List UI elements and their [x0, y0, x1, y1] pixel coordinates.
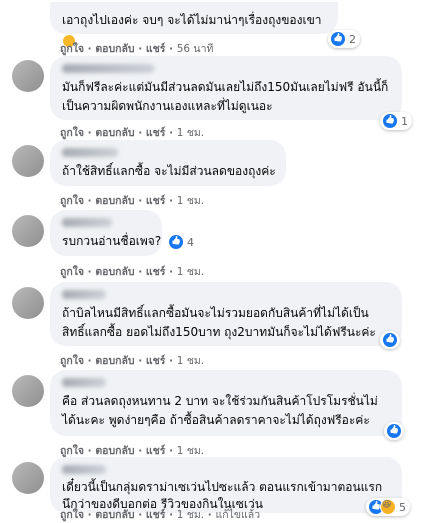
- comment-bubble: ถ้าบิลไหนมีสิทธิ์แลกซื้อมันจะไม่รวมยอดกั…: [50, 282, 402, 346]
- avatar[interactable]: [12, 215, 44, 247]
- comment-text: ได้นะคะ พูดง่ายๆคือ ถ้าซื้อสินค้าลดราคาจ…: [62, 413, 370, 427]
- timestamp[interactable]: 1 ชม.: [177, 355, 204, 367]
- avatar[interactable]: [12, 462, 44, 494]
- like-icon: [330, 31, 346, 47]
- author-name[interactable]: [62, 148, 118, 157]
- reply-link[interactable]: ตอบกลับ: [95, 43, 134, 55]
- timestamp[interactable]: 1 ชม.: [177, 509, 204, 521]
- reaction-count: 5: [399, 500, 406, 514]
- reaction-summary[interactable]: [380, 331, 400, 349]
- like-link[interactable]: ถูกใจ: [60, 43, 84, 55]
- reaction-summary[interactable]: 1: [380, 112, 412, 130]
- avatar[interactable]: [12, 287, 44, 319]
- comment-actions: ถูกใจ · ตอบกลับ · แชร์ · 1 ชม.: [60, 266, 205, 278]
- avatar[interactable]: [12, 375, 44, 407]
- author-name[interactable]: [62, 465, 106, 474]
- reaction-count: 4: [187, 235, 194, 249]
- share-link[interactable]: แชร์: [146, 266, 166, 278]
- comment-actions: ถูกใจ · ตอบกลับ · แชร์ · 1 ชม.: [60, 355, 205, 367]
- like-link[interactable]: ถูกใจ: [60, 195, 84, 207]
- comment-text: เดี๋ยวนี้เป็นกลุ่มดราม่าเซเว่นไปซะแล้ว ต…: [62, 480, 383, 494]
- reply-link[interactable]: ตอบกลับ: [95, 509, 134, 521]
- share-link[interactable]: แชร์: [146, 195, 166, 207]
- comment-text: มันก็ฟรีละค่ะแต่มันมีส่วนลดมันเลยไม่ถึง1…: [62, 80, 389, 94]
- avatar[interactable]: [12, 60, 44, 92]
- comment-text: สิทธิ์แลกซื้อ ยอดไม่ถึง150บาท ถุง2บาทมัน…: [62, 325, 376, 339]
- comment-actions: ถูกใจ · ตอบกลับ · แชร์ · 1 ชม.: [60, 127, 205, 139]
- comment-bubble: ถ้าใช้สิทธิ์แลกซื้อ จะไม่มีส่วนลดของถุงค…: [50, 140, 286, 186]
- reply-link[interactable]: ตอบกลับ: [95, 266, 134, 278]
- comment-text: เป็นความผิดพนักงานเองแหละที่ไม่ดูเนอะ: [62, 99, 273, 113]
- reply-link[interactable]: ตอบกลับ: [95, 355, 134, 367]
- avatar[interactable]: [12, 145, 44, 177]
- share-link[interactable]: แชร์: [146, 127, 166, 139]
- comment-bubble: เดี๋ยวนี้เป็นกลุ่มดราม่าเซเว่นไปซะแล้ว ต…: [50, 457, 402, 513]
- comment-text: รบกวนอ่านชื่อเพจ?: [62, 234, 162, 248]
- timestamp[interactable]: 1 ชม.: [177, 127, 204, 139]
- comment-actions: ถูกใจ · ตอบกลับ · แชร์ · 1 ชม.: [60, 195, 205, 207]
- like-icon: [386, 423, 402, 439]
- author-name[interactable]: [62, 378, 106, 387]
- edited-label: แก้ไขแล้ว: [215, 509, 261, 521]
- comment-bubble: มันก็ฟรีละค่ะแต่มันมีส่วนลดมันเลยไม่ถึง1…: [50, 56, 402, 120]
- share-link[interactable]: แชร์: [146, 509, 166, 521]
- comment-bubble: คือ ส่วนลดถุงหนทาน 2 บาท จะใช้ร่วมกันสิน…: [50, 370, 402, 436]
- like-link[interactable]: ถูกใจ: [60, 355, 84, 367]
- like-link[interactable]: ถูกใจ: [60, 127, 84, 139]
- reaction-count: 1: [401, 114, 408, 128]
- timestamp[interactable]: 56 นาที: [177, 43, 214, 55]
- comment-text: ถ้าบิลไหนมีสิทธิ์แลกซื้อมันจะไม่รวมยอดกั…: [62, 306, 369, 320]
- share-link[interactable]: แชร์: [146, 43, 166, 55]
- timestamp[interactable]: 1 ชม.: [177, 195, 204, 207]
- comment-text: เอาถุงไปเองค่ะ จบๆ จะได้ไม่มาน่าๆเรื่องถ…: [62, 13, 322, 27]
- share-link[interactable]: แชร์: [146, 445, 166, 457]
- timestamp[interactable]: 1 ชม.: [177, 266, 204, 278]
- author-name[interactable]: [62, 290, 106, 299]
- like-link[interactable]: ถูกใจ: [60, 445, 84, 457]
- like-link[interactable]: ถูกใจ: [60, 266, 84, 278]
- like-icon: [382, 113, 398, 129]
- like-icon: [382, 332, 398, 348]
- comment-text: ถ้าใช้สิทธิ์แลกซื้อ จะไม่มีส่วนลดของถุงค…: [62, 164, 276, 178]
- reply-link[interactable]: ตอบกลับ: [95, 445, 134, 457]
- share-link[interactable]: แชร์: [146, 355, 166, 367]
- reaction-summary[interactable]: 5: [366, 498, 410, 516]
- comment-bubble: รบกวนอ่านชื่อเพจ?: [50, 210, 162, 256]
- haha-icon: [380, 499, 396, 515]
- timestamp[interactable]: 1 ชม.: [177, 445, 204, 457]
- like-icon: [168, 234, 184, 250]
- author-name[interactable]: [62, 218, 112, 227]
- reaction-summary[interactable]: 2: [328, 30, 360, 48]
- comment-actions: ถูกใจ · ตอบกลับ · แชร์ · 56 นาที: [60, 43, 214, 55]
- comment-bubble: เอาถุงไปเองค่ะ จบๆ จะได้ไม่มาน่าๆเรื่องถ…: [50, 2, 338, 47]
- reply-link[interactable]: ตอบกลับ: [95, 127, 134, 139]
- reply-link[interactable]: ตอบกลับ: [95, 195, 134, 207]
- like-link[interactable]: ถูกใจ: [60, 509, 84, 521]
- reaction-summary[interactable]: 4: [166, 233, 198, 251]
- author-name[interactable]: [62, 64, 154, 73]
- reaction-count: 2: [349, 32, 356, 46]
- reaction-summary[interactable]: [384, 422, 404, 440]
- comment-actions: ถูกใจ · ตอบกลับ · แชร์ · 1 ชม. · แก้ไขแล…: [60, 509, 261, 521]
- comment-text: คือ ส่วนลดถุงหนทาน 2 บาท จะใช้ร่วมกันสิน…: [62, 394, 378, 408]
